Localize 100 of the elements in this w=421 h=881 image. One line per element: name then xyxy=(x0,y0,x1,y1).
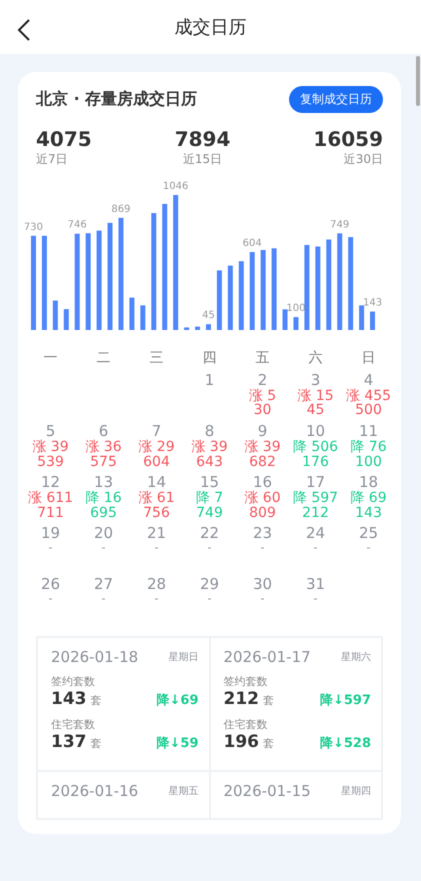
day-count: - xyxy=(48,593,52,605)
day-change: 涨 29 xyxy=(138,440,175,455)
back-icon[interactable] xyxy=(17,18,31,42)
day-number[interactable]: 28 xyxy=(146,577,166,594)
day-count: 45 xyxy=(306,403,324,418)
day-number[interactable]: 1 xyxy=(204,373,214,389)
stat-value: 4075 xyxy=(36,127,92,151)
day-number[interactable]: 23 xyxy=(252,526,272,542)
detail-weekday: 星期四 xyxy=(341,784,371,798)
metric-label: 签约套数 xyxy=(224,674,268,690)
weekday-label: 二 xyxy=(96,349,112,367)
day-change: 降 506 xyxy=(292,440,338,455)
day-number[interactable]: 10 xyxy=(306,424,326,440)
day-change: 涨 39 xyxy=(244,440,281,455)
weekday-label: 四 xyxy=(202,349,218,367)
bar-value-label: 45 xyxy=(202,310,215,322)
day-number[interactable]: 3 xyxy=(310,373,320,389)
day-number[interactable]: 15 xyxy=(200,475,220,491)
day-detail-card[interactable]: 2026-01-17 星期六 签约套数 212 套 降↓597 住宅套数 196 套 降↓528 xyxy=(210,637,382,772)
day-number[interactable]: 29 xyxy=(200,577,220,594)
day-change: 涨 60 xyxy=(244,491,281,506)
day-number[interactable]: 5 xyxy=(46,424,56,440)
stat-label: 近30日 xyxy=(344,151,383,168)
day-number[interactable]: 16 xyxy=(252,475,272,491)
detail-weekday: 星期六 xyxy=(341,650,371,664)
day-count: - xyxy=(102,542,106,554)
detail-date: 2026-01-17 xyxy=(224,648,311,666)
day-number[interactable]: 31 xyxy=(306,577,326,594)
day-number[interactable]: 20 xyxy=(94,526,114,542)
day-number[interactable]: 25 xyxy=(358,526,378,542)
chart-bar xyxy=(282,309,288,330)
day-change: 涨 455 xyxy=(346,388,392,404)
weekday-label: 六 xyxy=(308,349,324,367)
day-count: 809 xyxy=(249,506,276,520)
day-number[interactable]: 9 xyxy=(258,424,268,440)
bar-value-label: 749 xyxy=(330,219,350,230)
day-count: 682 xyxy=(249,454,276,470)
metric-unit: 套 xyxy=(263,736,274,752)
day-number[interactable]: 26 xyxy=(40,577,60,594)
day-change: 涨 61 xyxy=(138,491,175,506)
day-count: 575 xyxy=(90,454,117,470)
day-count: 212 xyxy=(302,506,329,520)
stat-label: 近15日 xyxy=(182,151,222,168)
bar-value-label: 869 xyxy=(111,204,131,215)
day-change: 涨 39 xyxy=(32,440,69,455)
weekday-label: 日 xyxy=(360,349,376,367)
day-number[interactable]: 19 xyxy=(40,526,60,542)
day-count: - xyxy=(154,542,158,554)
copy-calendar-button[interactable]: 复制成交日历 xyxy=(289,86,383,113)
day-number[interactable]: 7 xyxy=(152,424,162,440)
metric-label: 住宅套数 xyxy=(51,717,96,732)
day-number[interactable]: 13 xyxy=(94,475,114,491)
chart-bar xyxy=(129,298,134,330)
day-count: 30 xyxy=(254,403,272,418)
day-number[interactable]: 2 xyxy=(258,373,268,389)
day-number[interactable]: 11 xyxy=(358,424,378,440)
detail-weekday: 星期日 xyxy=(168,650,198,664)
metric-change: 降↓69 xyxy=(156,692,198,710)
day-number[interactable]: 17 xyxy=(306,475,326,491)
metric-change: 降↓59 xyxy=(156,735,198,752)
metric-value: 143 xyxy=(51,689,86,710)
day-count: - xyxy=(260,593,264,605)
day-count: 749 xyxy=(196,506,223,520)
day-count: 695 xyxy=(90,506,117,520)
day-detail-card[interactable]: 2026-01-15 星期四 xyxy=(210,771,382,820)
day-number[interactable]: 6 xyxy=(98,424,108,440)
day-number[interactable]: 4 xyxy=(364,373,374,389)
metric-label: 签约套数 xyxy=(51,674,96,690)
day-count: - xyxy=(154,593,158,605)
day-number[interactable]: 8 xyxy=(204,424,214,440)
day-number[interactable]: 27 xyxy=(94,577,114,594)
chart-bar xyxy=(52,300,58,330)
day-count: - xyxy=(208,593,212,605)
day-change: 涨 5 xyxy=(248,388,276,404)
chart-bar xyxy=(370,312,376,330)
day-detail-card[interactable]: 2026-01-18 星期日 签约套数 143 套 降↓69 住宅套数 137 套 降↓59 xyxy=(37,637,210,772)
metric-value: 196 xyxy=(224,732,259,752)
detail-weekday: 星期五 xyxy=(168,784,198,798)
day-count: 100 xyxy=(355,454,382,470)
day-number[interactable]: 14 xyxy=(146,475,166,491)
metric-unit: 套 xyxy=(90,693,102,708)
day-change: 降 16 xyxy=(85,491,122,506)
day-number[interactable]: 21 xyxy=(146,526,166,542)
day-detail-card[interactable]: 2026-01-16 星期五 xyxy=(37,771,210,820)
weekday-label: 三 xyxy=(148,349,164,367)
detail-date: 2026-01-16 xyxy=(51,782,138,800)
weekday-label: 五 xyxy=(254,349,270,367)
bar-value-label: 1046 xyxy=(162,181,188,192)
day-number[interactable]: 24 xyxy=(306,526,326,542)
day-number[interactable]: 12 xyxy=(40,475,60,491)
day-count: 604 xyxy=(143,454,170,470)
day-change: 降 76 xyxy=(350,440,387,455)
metric-change: 降↓528 xyxy=(320,735,371,752)
day-number[interactable]: 18 xyxy=(358,475,378,491)
day-change: 降 69 xyxy=(350,491,387,506)
metric-change: 降↓597 xyxy=(320,692,371,710)
day-number[interactable]: 22 xyxy=(200,526,220,542)
day-count: 756 xyxy=(143,506,170,520)
day-number[interactable]: 30 xyxy=(252,577,272,594)
metric-label: 住宅套数 xyxy=(224,717,268,732)
